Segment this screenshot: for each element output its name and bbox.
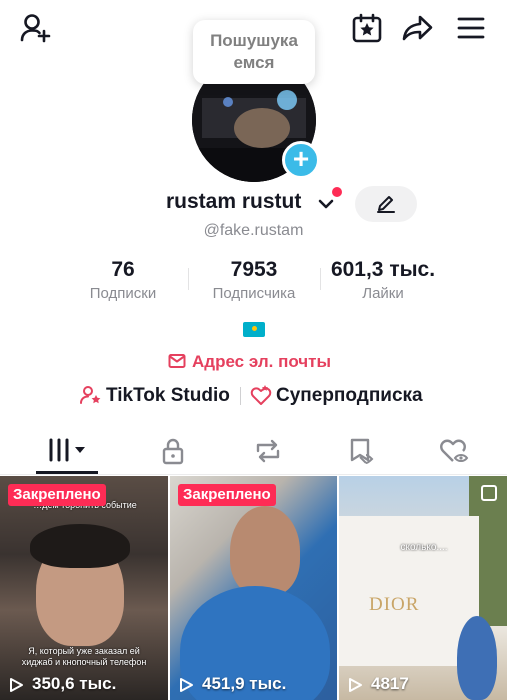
video-tile[interactable]: Закреплено 451,9 тыс. [170, 476, 337, 700]
note-line-1: Пошушука [210, 31, 298, 50]
calendar-star-icon[interactable] [352, 13, 382, 43]
likes-label: Лайки [362, 285, 404, 302]
user-handle: @fake.rustam [203, 222, 304, 239]
repost-icon [256, 439, 280, 463]
heart-eye-icon [440, 439, 469, 462]
video-caption: сколько.... [400, 542, 448, 553]
edit-profile-button[interactable] [355, 186, 417, 222]
multi-photo-icon [481, 485, 497, 501]
stat-followers[interactable]: 7953 Подписчика [199, 258, 309, 303]
super-subscription-link[interactable]: Суперподписка [276, 385, 423, 407]
view-count-value: 451,9 тыс. [202, 674, 287, 693]
chevron-down-icon[interactable] [318, 198, 334, 210]
likes-count: 601,3 тыс. [330, 258, 436, 281]
followers-count: 7953 [230, 258, 278, 281]
notification-dot [332, 187, 342, 197]
view-count-value: 4817 [371, 674, 409, 693]
video-tile[interactable]: DIOR сколько.... 4817 [339, 476, 507, 700]
profile-note-bubble[interactable]: Пошушука емся [193, 20, 315, 84]
mail-icon [168, 353, 186, 369]
lock-icon [162, 438, 184, 465]
email-label: Адрес эл. почты [192, 352, 332, 371]
tab-videos[interactable] [0, 425, 101, 475]
studio-user-star-icon[interactable] [80, 385, 102, 405]
following-label: Подписки [89, 285, 157, 302]
email-link[interactable]: Адрес эл. почты [0, 351, 507, 373]
play-icon [349, 678, 362, 692]
stat-divider [320, 268, 321, 290]
tab-liked[interactable] [402, 425, 503, 475]
tab-favorites[interactable] [309, 425, 410, 475]
video-brand-text: DIOR [369, 594, 420, 615]
kazakhstan-flag-icon [243, 322, 265, 337]
super-subscription-icon[interactable] [250, 384, 272, 406]
tab-private[interactable] [123, 425, 224, 475]
stat-following[interactable]: 76 Подписки [73, 258, 173, 303]
play-icon [10, 678, 23, 692]
video-thumbnail-person [457, 616, 497, 700]
profile-tabs [0, 425, 507, 475]
creator-links-row: TikTok Studio Суперподписка [0, 382, 507, 408]
pencil-icon [377, 196, 395, 213]
video-caption-bottom: Я, который уже заказал ей хиджаб и кнопо… [21, 646, 147, 667]
tiktok-studio-link[interactable]: TikTok Studio [106, 385, 230, 407]
stat-likes[interactable]: 601,3 тыс. Лайки [322, 258, 444, 303]
video-thumbnail-face [230, 506, 300, 596]
video-thumbnail-hair [30, 524, 130, 568]
pinned-badge: Закреплено [8, 484, 106, 506]
links-separator [240, 387, 241, 405]
pinned-badge: Закреплено [178, 484, 276, 506]
add-avatar-plus-icon[interactable]: + [282, 141, 320, 179]
bookmark-eye-icon [350, 438, 374, 464]
tab-reposts[interactable] [216, 425, 317, 475]
following-count: 76 [111, 258, 135, 281]
active-tab-indicator [36, 471, 98, 474]
video-tile[interactable]: …дем торопить событие Я, который уже зак… [0, 476, 168, 700]
share-arrow-icon[interactable] [402, 14, 434, 42]
video-grid: …дем торопить событие Я, который уже зак… [0, 476, 507, 700]
hamburger-menu-icon[interactable] [457, 17, 485, 39]
note-line-2: емся [233, 53, 275, 72]
followers-label: Подписчика [212, 285, 296, 302]
stat-divider [188, 268, 189, 290]
videos-grid-icon [49, 438, 85, 462]
add-user-icon[interactable] [20, 13, 52, 43]
view-count-value: 350,6 тыс. [32, 674, 117, 693]
username-row: rustam rustut [0, 188, 507, 222]
play-icon [180, 678, 193, 692]
username[interactable]: rustam rustut [166, 190, 301, 214]
